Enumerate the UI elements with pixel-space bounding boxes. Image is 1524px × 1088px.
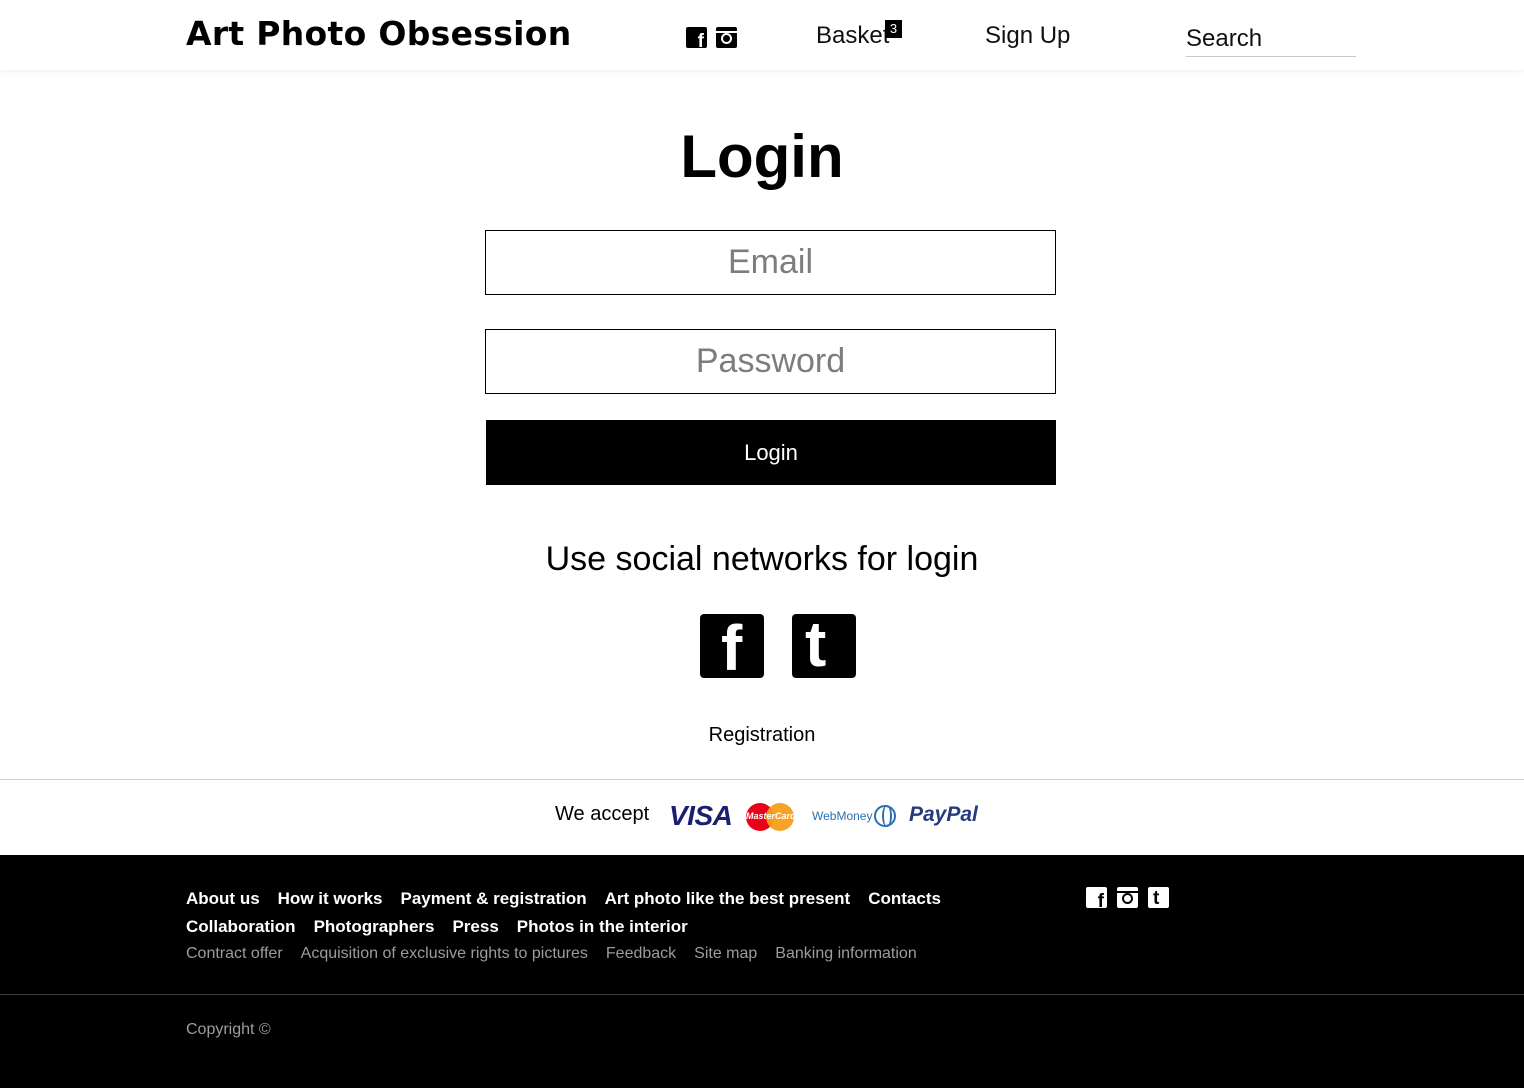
webmoney-logo: WebMoney [812, 809, 873, 823]
instagram-icon[interactable] [1117, 887, 1138, 908]
facebook-icon[interactable] [700, 614, 764, 680]
paypal-logo: PayPal [909, 803, 978, 826]
basket-link[interactable]: Basket [816, 22, 889, 50]
footer-divider [0, 994, 1524, 995]
footer: About us How it works Payment & registra… [0, 855, 1524, 1088]
webmoney-globe-icon [874, 805, 896, 827]
footer-link-contract-offer[interactable]: Contract offer [186, 945, 283, 963]
footer-link-best-present[interactable]: Art photo like the best present [605, 889, 851, 909]
tumblr-icon[interactable] [1148, 887, 1169, 908]
signup-link[interactable]: Sign Up [985, 22, 1070, 50]
footer-link-interior[interactable]: Photos in the interior [517, 917, 688, 937]
registration-link[interactable]: Registration [709, 724, 816, 746]
mastercard-logo: MasterCard [746, 803, 796, 831]
footer-link-site-map[interactable]: Site map [694, 945, 757, 963]
divider [0, 779, 1524, 780]
copyright: Copyright © [186, 1021, 271, 1038]
password-field[interactable] [485, 329, 1056, 394]
footer-link-contacts[interactable]: Contacts [868, 889, 941, 909]
email-field[interactable] [485, 230, 1056, 295]
registration-row: Registration [0, 724, 1524, 747]
basket-count-badge: 3 [885, 20, 902, 38]
site-logo[interactable]: Art Photo Obsession [186, 14, 572, 53]
footer-nav-primary: About us How it works Payment & registra… [186, 889, 959, 909]
footer-link-press[interactable]: Press [452, 917, 498, 937]
footer-link-how-it-works[interactable]: How it works [278, 889, 383, 909]
footer-link-exclusive-rights[interactable]: Acquisition of exclusive rights to pictu… [301, 945, 588, 963]
facebook-icon[interactable] [1086, 887, 1107, 911]
footer-link-banking[interactable]: Banking information [775, 945, 916, 963]
footer-nav-legal: Contract offer Acquisition of exclusive … [186, 945, 935, 963]
footer-nav-secondary: Collaboration Photographers Press Photos… [186, 917, 706, 937]
header-social-links [686, 27, 737, 51]
we-accept-label: We accept [555, 803, 650, 825]
footer-social-links [1086, 887, 1169, 911]
instagram-icon[interactable] [716, 27, 737, 48]
tumblr-icon[interactable] [792, 612, 856, 678]
facebook-icon[interactable] [686, 27, 707, 51]
footer-link-about[interactable]: About us [186, 889, 260, 909]
visa-logo: VISA [669, 800, 733, 831]
footer-link-photographers[interactable]: Photographers [314, 917, 435, 937]
footer-link-collaboration[interactable]: Collaboration [186, 917, 296, 937]
header: Art Photo Obsession Basket 3 Sign Up [0, 0, 1524, 70]
mastercard-label: MasterCard [746, 811, 796, 821]
login-button[interactable]: Login [486, 420, 1056, 485]
social-login-heading: Use social networks for login [545, 540, 979, 578]
page-title: Login [680, 123, 844, 190]
footer-link-payment[interactable]: Payment & registration [401, 889, 587, 909]
footer-link-feedback[interactable]: Feedback [606, 945, 676, 963]
search-input[interactable] [1186, 22, 1356, 57]
